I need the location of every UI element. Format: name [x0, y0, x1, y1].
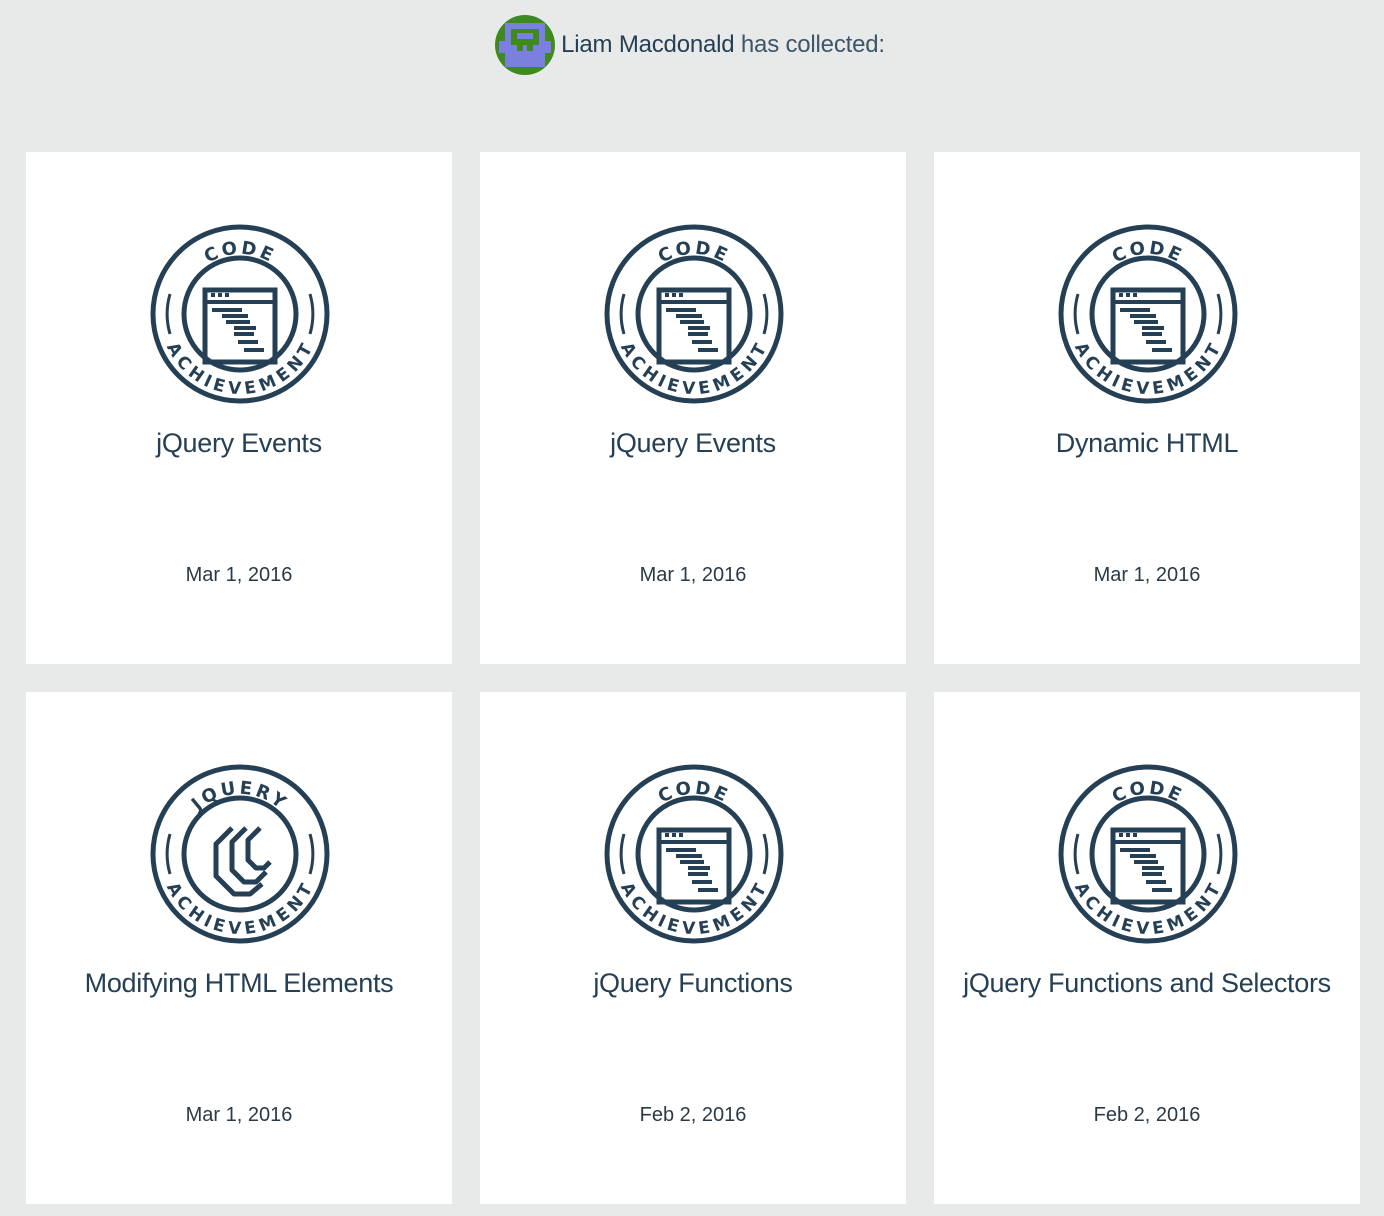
- achievement-date: Mar 1, 2016: [185, 1104, 293, 1126]
- profile-header: Liam Macdonald has collected:: [0, 14, 1384, 76]
- achievements-grid: CODE ACHIEVEMENT jQuery Events Mar 1, 201…: [26, 152, 1360, 1204]
- achievement-title: jQuery Events: [156, 428, 322, 458]
- achievement-date: Mar 1, 2016: [185, 564, 293, 586]
- svg-text:CODE: CODE: [655, 237, 733, 267]
- achievement-date: Mar 1, 2016: [639, 564, 747, 586]
- achievement-badge: CODE ACHIEVEMENT: [1058, 764, 1238, 944]
- jquery-logo-icon: JQUERYACHIEVEMENT: [150, 764, 330, 944]
- avatar[interactable]: [495, 15, 556, 75]
- achievement-card[interactable]: CODE ACHIEVEMENT jQuery Events Mar 1, 201…: [480, 152, 906, 664]
- achievement-badge: CODE ACHIEVEMENT: [604, 764, 784, 944]
- code-window-icon: CODEACHIEVEMENT: [604, 764, 784, 944]
- svg-text:JQUERY: JQUERY: [186, 778, 292, 817]
- collected-label: has collected:: [734, 31, 885, 58]
- user-name[interactable]: Liam Macdonald: [561, 31, 735, 58]
- achievement-title: Dynamic HTML: [1055, 428, 1239, 458]
- achievement-title: jQuery Functions and Selectors: [963, 968, 1331, 998]
- collected-heading: Liam Macdonald has collected:: [561, 31, 885, 59]
- achievement-badge: CODE ACHIEVEMENT: [1058, 224, 1238, 404]
- achievement-date: Feb 2, 2016: [639, 1104, 747, 1126]
- svg-text:CODE: CODE: [655, 777, 733, 807]
- pixel-invader-avatar-icon: [495, 15, 556, 75]
- code-window-icon: CODEACHIEVEMENT: [604, 224, 784, 404]
- achievement-title: jQuery Functions: [593, 968, 793, 998]
- achievement-card[interactable]: JQUERY ACHIEVEMENT Modifying HTML Element…: [26, 692, 452, 1204]
- achievement-title: Modifying HTML Elements: [84, 968, 394, 998]
- achievement-title: jQuery Events: [610, 428, 776, 458]
- achievement-card[interactable]: CODE ACHIEVEMENT jQuery Functions and Sel…: [934, 692, 1360, 1204]
- achievement-date: Mar 1, 2016: [1093, 564, 1201, 586]
- svg-text:CODE: CODE: [1109, 777, 1187, 807]
- svg-text:CODE: CODE: [1109, 237, 1187, 267]
- achievement-card[interactable]: CODE ACHIEVEMENT jQuery Functions Feb 2, …: [480, 692, 906, 1204]
- svg-text:CODE: CODE: [201, 237, 279, 267]
- achievement-card[interactable]: CODE ACHIEVEMENT jQuery Events Mar 1, 201…: [26, 152, 452, 664]
- achievement-date: Feb 2, 2016: [1093, 1104, 1201, 1126]
- code-window-icon: CODEACHIEVEMENT: [150, 224, 330, 404]
- achievement-badge: CODE ACHIEVEMENT: [150, 224, 330, 404]
- code-window-icon: CODEACHIEVEMENT: [1058, 764, 1238, 944]
- achievement-badge: JQUERY ACHIEVEMENT: [150, 764, 330, 944]
- achievement-card[interactable]: CODE ACHIEVEMENT Dynamic HTML Mar 1, 2016: [934, 152, 1360, 664]
- achievement-badge: CODE ACHIEVEMENT: [604, 224, 784, 404]
- code-window-icon: CODEACHIEVEMENT: [1058, 224, 1238, 404]
